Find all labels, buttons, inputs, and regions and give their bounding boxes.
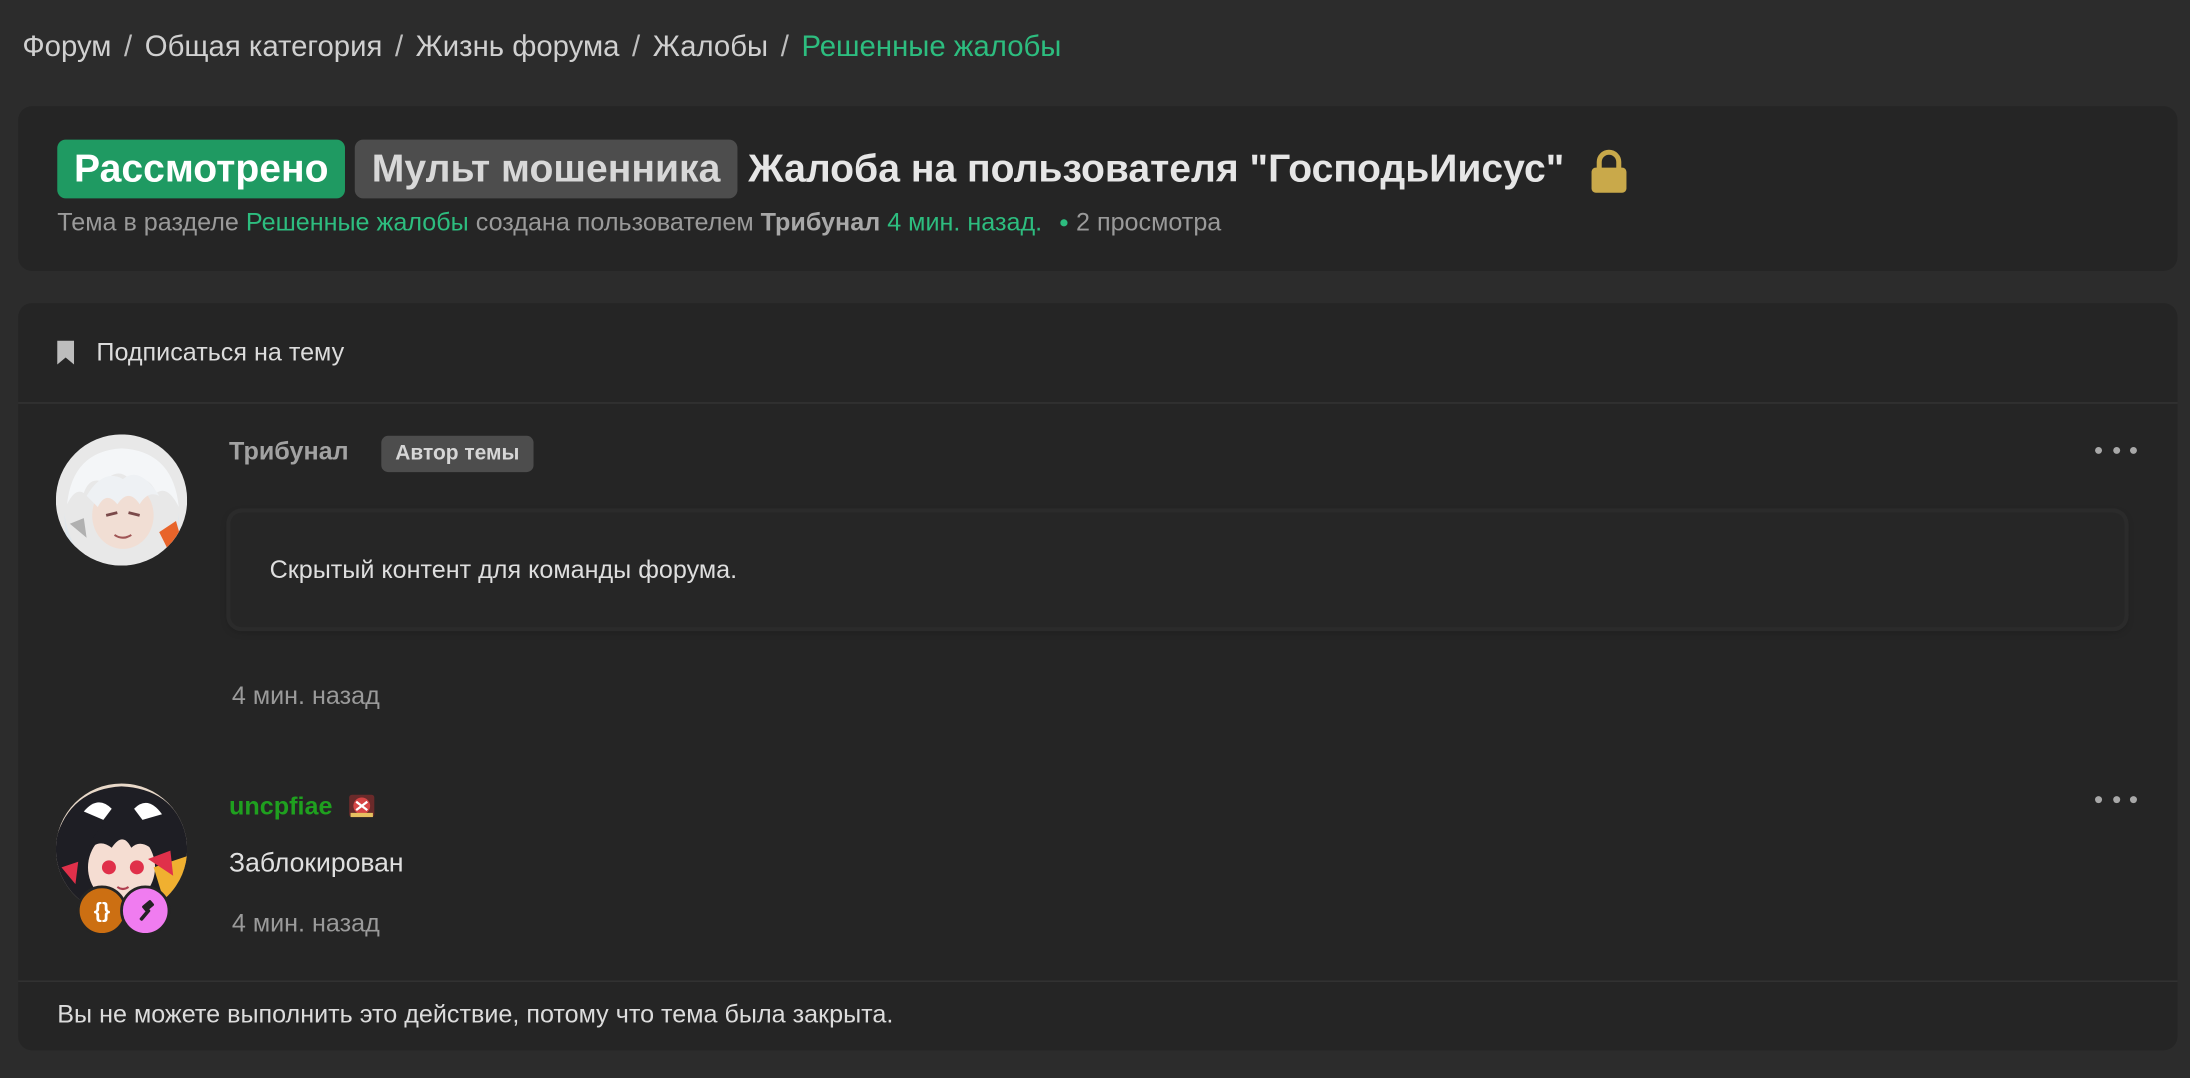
- avatar-image: [55, 434, 188, 566]
- hidden-content-text: Скрытый контент для команды форума.: [269, 555, 738, 584]
- meta-label-section: Тема в разделе: [57, 208, 239, 237]
- thread-title-row: Рассмотрено Мульт мошенника Жалоба на по…: [57, 139, 1628, 199]
- divider: [18, 402, 2178, 404]
- bookmark-icon: [57, 340, 75, 365]
- hammer-glyph: [139, 900, 155, 921]
- meta-views-count: 2 просмотра: [1075, 208, 1222, 237]
- more-horizontal-icon[interactable]: [2095, 440, 2137, 460]
- more-horizontal-icon[interactable]: [2095, 789, 2137, 809]
- hammer-icon[interactable]: [120, 885, 171, 936]
- post-time[interactable]: 4 мин. назад: [232, 909, 380, 938]
- meta-dot-separator: ●: [1058, 212, 1069, 232]
- meta-label-created-by: создана пользователем: [475, 208, 754, 237]
- breadcrumb-separator: /: [632, 30, 641, 63]
- post-time[interactable]: 4 мин. назад: [232, 682, 380, 711]
- thread-title: Жалоба на пользователя "ГосподьИисус": [748, 146, 1565, 190]
- breadcrumb-separator: /: [780, 30, 789, 63]
- posts-container: Подписаться на тему Трибунал Автор темы: [18, 303, 2178, 1051]
- forum-thread-page: Форум / Общая категория / Жизнь форума / Жалоб…: [0, 0, 2190, 1078]
- breadcrumb-separator: /: [394, 30, 404, 63]
- avatar[interactable]: [55, 434, 188, 566]
- post-username[interactable]: uncpfiae: [229, 792, 332, 821]
- prefix-reviewed-badge[interactable]: Рассмотрено: [57, 139, 346, 199]
- divider: [18, 980, 2178, 982]
- thread-closed-message: Вы не можете выполнить это действие, пот…: [57, 1000, 894, 1028]
- breadcrumb-separator: /: [124, 30, 133, 63]
- post-content: Заблокирован: [229, 849, 404, 879]
- breadcrumb-item-forum[interactable]: Форум: [22, 31, 111, 63]
- meta-author-link[interactable]: Трибунал: [761, 208, 881, 236]
- subscribe-button[interactable]: Подписаться на тему: [56, 338, 344, 367]
- breadcrumb-item-complaints[interactable]: Жалобы: [653, 31, 768, 63]
- prefix-scam-multi-badge[interactable]: Мульт мошенника: [355, 139, 738, 199]
- breadcrumb-item-general-category[interactable]: Общая категория: [145, 31, 383, 63]
- subscribe-label: Подписаться на тему: [96, 338, 345, 366]
- post-username[interactable]: Трибунал: [229, 437, 349, 466]
- thread-header: Рассмотрено Мульт мошенника Жалоба на по…: [18, 106, 2178, 271]
- hidden-content-block: Скрытый контент для команды форума.: [230, 512, 2125, 628]
- breadcrumb-item-resolved-complaints[interactable]: Решенные жалобы: [801, 31, 1061, 63]
- thread-author-tag: Автор темы: [381, 435, 534, 473]
- meta-created-time[interactable]: 4 мин. назад.: [887, 208, 1042, 236]
- thread-meta: Тема в разделе Решенные жалобы создана п…: [57, 208, 1221, 237]
- meta-section-link[interactable]: Решенные жалобы: [246, 208, 469, 236]
- emblem-icon: [349, 794, 375, 818]
- breadcrumb: Форум / Общая категория / Жизнь форума / Жалоб…: [22, 31, 1061, 65]
- lock-icon: [1591, 149, 1627, 193]
- breadcrumb-item-forum-life[interactable]: Жизнь форума: [416, 31, 620, 63]
